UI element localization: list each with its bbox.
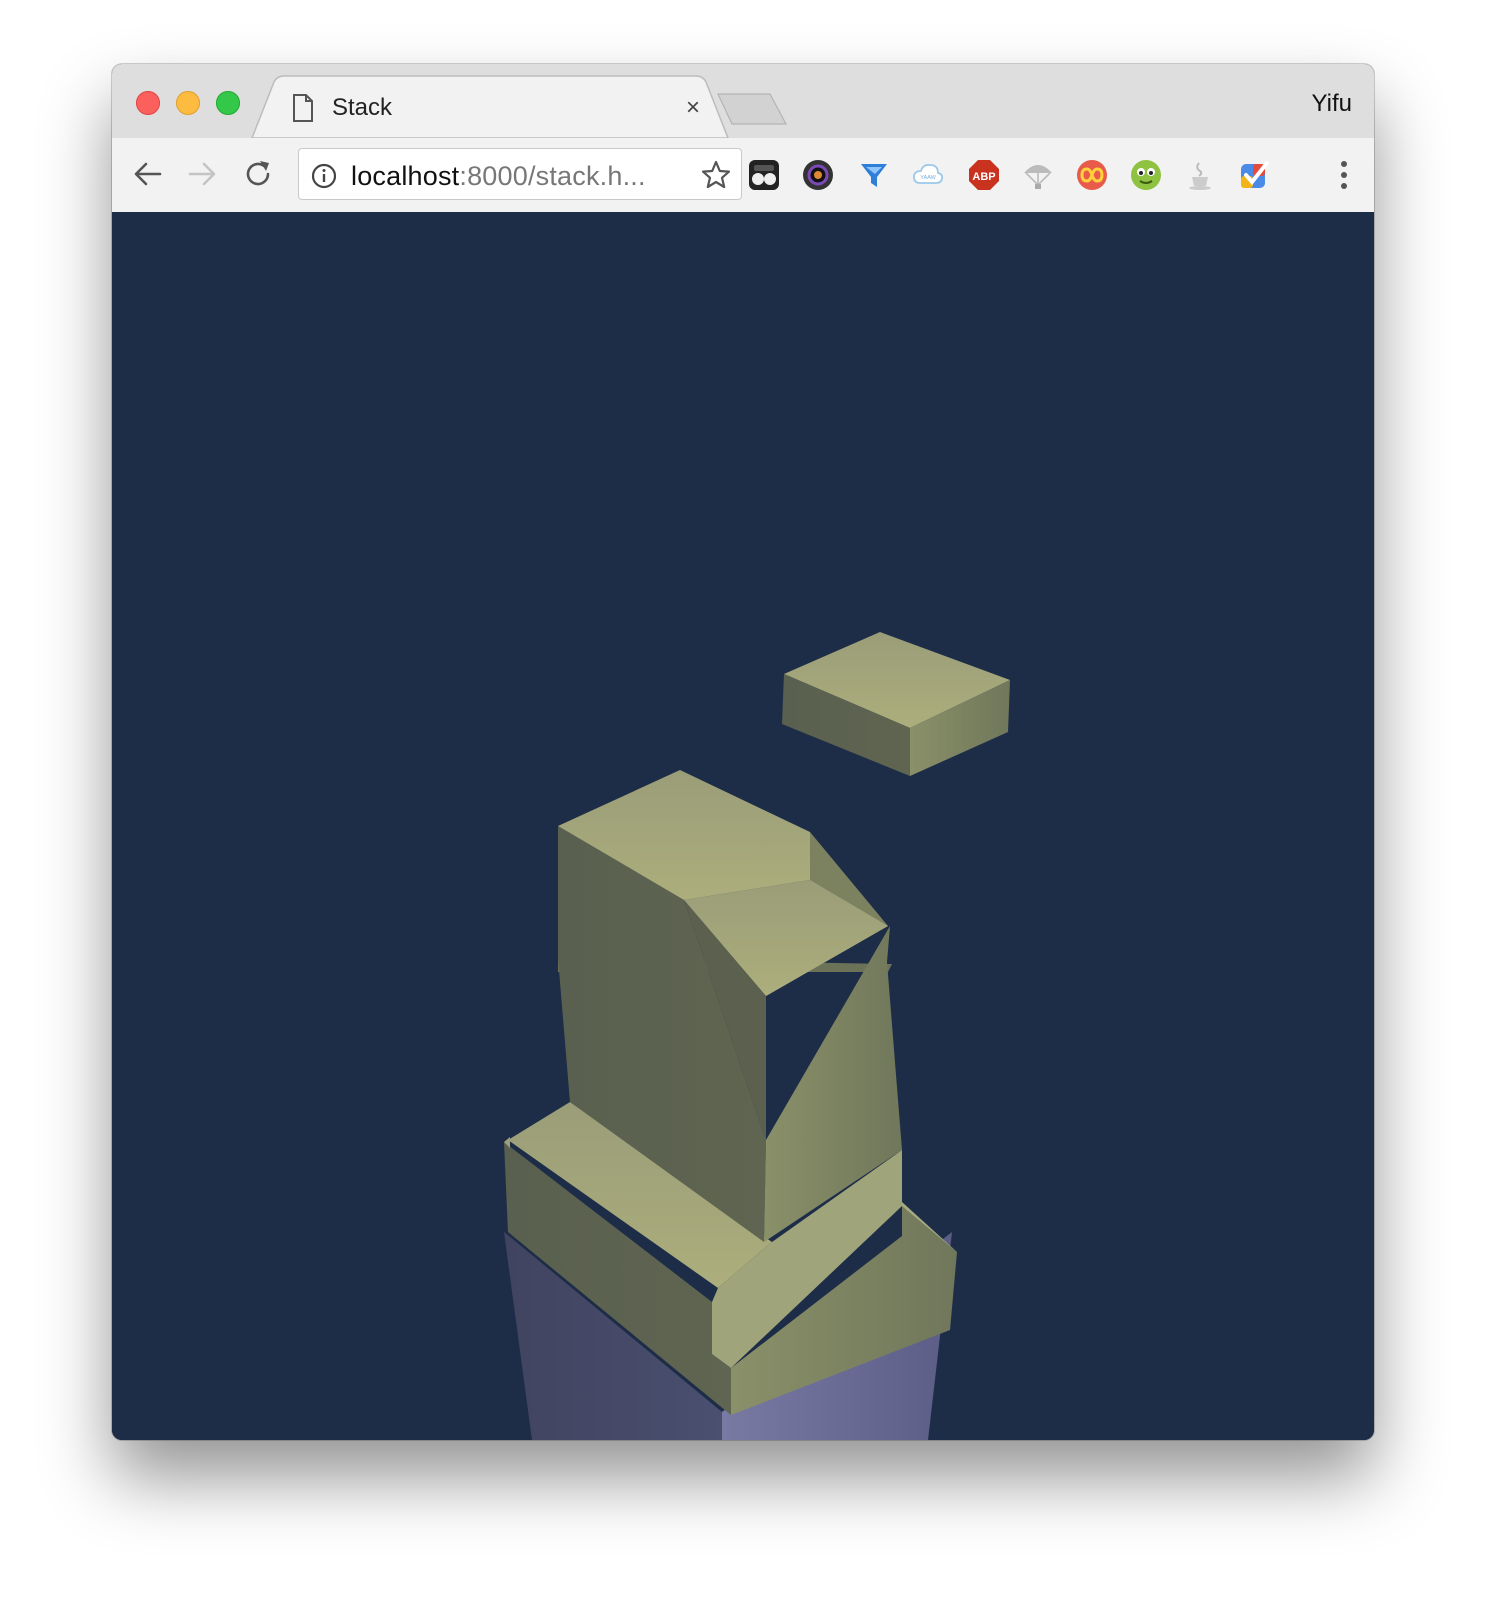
profile-name[interactable]: Yifu <box>1312 90 1352 118</box>
adblock-plus-icon[interactable]: ABP <box>968 159 1000 191</box>
more-menu-icon[interactable] <box>1340 160 1348 190</box>
yaaw-cloud-icon[interactable]: YAAW <box>912 159 944 191</box>
tab-close-icon[interactable]: × <box>686 96 700 120</box>
bookmark-star-icon[interactable] <box>701 160 731 190</box>
address-bar[interactable]: localhost:8000/stack.h... <box>298 148 742 200</box>
game-canvas[interactable] <box>112 212 1374 1440</box>
green-face-icon[interactable] <box>1130 159 1162 191</box>
address-url[interactable]: localhost:8000/stack.h... <box>351 161 646 192</box>
info-icon[interactable] <box>311 163 337 189</box>
blue-funnel-icon[interactable] <box>858 159 890 191</box>
camera-lens-icon[interactable] <box>802 159 834 191</box>
svg-text:ABP: ABP <box>972 171 995 183</box>
svg-text:YAAW: YAAW <box>920 175 936 181</box>
forward-arrow-icon[interactable] <box>186 158 218 190</box>
browser-toolbar: localhost:8000/stack.h... YAAW ABP <box>112 138 1374 213</box>
url-path: :8000/stack.h... <box>459 161 646 191</box>
incognito-glasses-icon[interactable] <box>748 159 780 191</box>
parachute-icon[interactable] <box>1022 159 1054 191</box>
url-host: localhost <box>351 161 460 191</box>
new-tab-button[interactable] <box>717 93 787 125</box>
infinity-icon[interactable] <box>1076 159 1108 191</box>
browser-window: Stack × Yifu localhost:8000/stack.h... Y… <box>112 64 1374 1440</box>
color-check-icon[interactable] <box>1238 159 1270 191</box>
title-bar: Stack × Yifu <box>112 64 1374 138</box>
back-arrow-icon[interactable] <box>132 158 164 190</box>
tab-shapes <box>251 75 787 138</box>
tab-title[interactable]: Stack <box>332 94 392 122</box>
reload-icon[interactable] <box>242 158 274 190</box>
tab-active-shape[interactable] <box>251 75 729 138</box>
java-cup-icon[interactable] <box>1184 159 1216 191</box>
stack-game-scene[interactable] <box>112 212 1374 1440</box>
page-icon <box>293 94 313 122</box>
